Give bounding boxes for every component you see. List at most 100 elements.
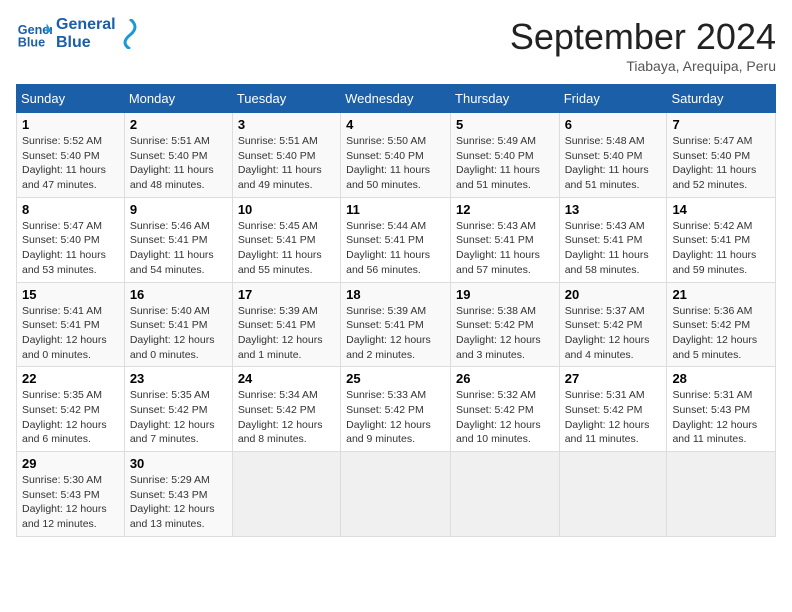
calendar-cell: 8 Sunrise: 5:47 AM Sunset: 5:40 PM Daylig… — [17, 197, 125, 282]
day-number: 12 — [456, 202, 554, 217]
day-number: 21 — [672, 287, 770, 302]
day-number: 4 — [346, 117, 445, 132]
calendar-cell: 17Sunrise: 5:39 AM Sunset: 5:41 PM Dayli… — [232, 282, 340, 367]
day-info: Sunrise: 5:43 AM Sunset: 5:41 PM Dayligh… — [565, 219, 662, 278]
day-info: Sunrise: 5:31 AM Sunset: 5:43 PM Dayligh… — [672, 388, 770, 447]
calendar-cell: 11 Sunrise: 5:44 AM Sunset: 5:41 PM Dayli… — [341, 197, 451, 282]
calendar-cell: 5 Sunrise: 5:49 AM Sunset: 5:40 PM Daylig… — [451, 113, 560, 198]
day-info: Sunrise: 5:51 AM Sunset: 5:40 PM Dayligh… — [130, 134, 227, 193]
location: Tiabaya, Arequipa, Peru — [510, 58, 776, 74]
day-number: 6 — [565, 117, 662, 132]
day-number: 2 — [130, 117, 227, 132]
calendar-cell: 10 Sunrise: 5:45 AM Sunset: 5:41 PM Dayli… — [232, 197, 340, 282]
calendar-table: SundayMondayTuesdayWednesdayThursdayFrid… — [16, 84, 776, 537]
col-header-monday: Monday — [124, 85, 232, 113]
calendar-week-1: 1 Sunrise: 5:52 AM Sunset: 5:40 PM Daylig… — [17, 113, 776, 198]
calendar-cell: 24 Sunrise: 5:34 AM Sunset: 5:42 PM Dayli… — [232, 367, 340, 452]
day-info: Sunrise: 5:50 AM Sunset: 5:40 PM Dayligh… — [346, 134, 445, 193]
day-number: 13 — [565, 202, 662, 217]
calendar-cell: 12 Sunrise: 5:43 AM Sunset: 5:41 PM Dayli… — [451, 197, 560, 282]
logo-general: General — [56, 16, 116, 34]
day-info: Sunrise: 5:38 AM Sunset: 5:42 PM Dayligh… — [456, 304, 554, 363]
day-number: 14 — [672, 202, 770, 217]
day-info: Sunrise: 5:47 AM Sunset: 5:40 PM Dayligh… — [22, 219, 119, 278]
calendar-cell: 21Sunrise: 5:36 AM Sunset: 5:42 PM Dayli… — [667, 282, 776, 367]
day-info: Sunrise: 5:43 AM Sunset: 5:41 PM Dayligh… — [456, 219, 554, 278]
day-info: Sunrise: 5:32 AM Sunset: 5:42 PM Dayligh… — [456, 388, 554, 447]
calendar-cell: 16Sunrise: 5:40 AM Sunset: 5:41 PM Dayli… — [124, 282, 232, 367]
calendar-week-3: 15 Sunrise: 5:41 AM Sunset: 5:41 PM Dayli… — [17, 282, 776, 367]
calendar-cell: 20 Sunrise: 5:37 AM Sunset: 5:42 PM Dayli… — [559, 282, 667, 367]
col-header-wednesday: Wednesday — [341, 85, 451, 113]
day-info: Sunrise: 5:47 AM Sunset: 5:40 PM Dayligh… — [672, 134, 770, 193]
day-number: 15 — [22, 287, 119, 302]
day-info: Sunrise: 5:35 AM Sunset: 5:42 PM Dayligh… — [22, 388, 119, 447]
day-info: Sunrise: 5:41 AM Sunset: 5:41 PM Dayligh… — [22, 304, 119, 363]
calendar-cell: 14 Sunrise: 5:42 AM Sunset: 5:41 PM Dayli… — [667, 197, 776, 282]
day-info: Sunrise: 5:31 AM Sunset: 5:42 PM Dayligh… — [565, 388, 662, 447]
day-info: Sunrise: 5:42 AM Sunset: 5:41 PM Dayligh… — [672, 219, 770, 278]
calendar-cell: 3 Sunrise: 5:51 AM Sunset: 5:40 PM Daylig… — [232, 113, 340, 198]
day-info: Sunrise: 5:44 AM Sunset: 5:41 PM Dayligh… — [346, 219, 445, 278]
day-info: Sunrise: 5:51 AM Sunset: 5:40 PM Dayligh… — [238, 134, 335, 193]
day-info: Sunrise: 5:34 AM Sunset: 5:42 PM Dayligh… — [238, 388, 335, 447]
calendar-cell: 13 Sunrise: 5:43 AM Sunset: 5:41 PM Dayli… — [559, 197, 667, 282]
calendar-cell — [559, 452, 667, 537]
calendar-week-4: 22 Sunrise: 5:35 AM Sunset: 5:42 PM Dayli… — [17, 367, 776, 452]
day-info: Sunrise: 5:40 AM Sunset: 5:41 PM Dayligh… — [130, 304, 227, 363]
day-info: Sunrise: 5:39 AM Sunset: 5:41 PM Dayligh… — [346, 304, 445, 363]
col-header-saturday: Saturday — [667, 85, 776, 113]
day-number: 10 — [238, 202, 335, 217]
calendar-cell — [451, 452, 560, 537]
calendar-cell: 27 Sunrise: 5:31 AM Sunset: 5:42 PM Dayli… — [559, 367, 667, 452]
day-number: 1 — [22, 117, 119, 132]
calendar-cell: 6 Sunrise: 5:48 AM Sunset: 5:40 PM Daylig… — [559, 113, 667, 198]
day-number: 8 — [22, 202, 119, 217]
calendar-cell — [667, 452, 776, 537]
day-number: 17 — [238, 287, 335, 302]
calendar-cell: 28Sunrise: 5:31 AM Sunset: 5:43 PM Dayli… — [667, 367, 776, 452]
calendar-week-2: 8 Sunrise: 5:47 AM Sunset: 5:40 PM Daylig… — [17, 197, 776, 282]
day-info: Sunrise: 5:45 AM Sunset: 5:41 PM Dayligh… — [238, 219, 335, 278]
day-number: 26 — [456, 371, 554, 386]
calendar-cell: 2 Sunrise: 5:51 AM Sunset: 5:40 PM Daylig… — [124, 113, 232, 198]
calendar-cell: 7Sunrise: 5:47 AM Sunset: 5:40 PM Daylig… — [667, 113, 776, 198]
calendar-cell: 9 Sunrise: 5:46 AM Sunset: 5:41 PM Daylig… — [124, 197, 232, 282]
day-info: Sunrise: 5:48 AM Sunset: 5:40 PM Dayligh… — [565, 134, 662, 193]
day-info: Sunrise: 5:33 AM Sunset: 5:42 PM Dayligh… — [346, 388, 445, 447]
day-number: 30 — [130, 456, 227, 471]
calendar-week-5: 29Sunrise: 5:30 AM Sunset: 5:43 PM Dayli… — [17, 452, 776, 537]
page-header: General Blue General Blue September 2024… — [16, 16, 776, 74]
calendar-cell: 29Sunrise: 5:30 AM Sunset: 5:43 PM Dayli… — [17, 452, 125, 537]
col-header-thursday: Thursday — [451, 85, 560, 113]
svg-text:Blue: Blue — [18, 36, 45, 50]
day-info: Sunrise: 5:37 AM Sunset: 5:42 PM Dayligh… — [565, 304, 662, 363]
day-number: 24 — [238, 371, 335, 386]
day-number: 9 — [130, 202, 227, 217]
day-number: 11 — [346, 202, 445, 217]
day-info: Sunrise: 5:52 AM Sunset: 5:40 PM Dayligh… — [22, 134, 119, 193]
col-header-sunday: Sunday — [17, 85, 125, 113]
day-number: 25 — [346, 371, 445, 386]
day-number: 22 — [22, 371, 119, 386]
logo: General Blue General Blue — [16, 16, 140, 52]
day-number: 20 — [565, 287, 662, 302]
calendar-header-row: SundayMondayTuesdayWednesdayThursdayFrid… — [17, 85, 776, 113]
calendar-cell: 18 Sunrise: 5:39 AM Sunset: 5:41 PM Dayli… — [341, 282, 451, 367]
title-block: September 2024 Tiabaya, Arequipa, Peru — [510, 16, 776, 74]
col-header-tuesday: Tuesday — [232, 85, 340, 113]
calendar-cell: 26 Sunrise: 5:32 AM Sunset: 5:42 PM Dayli… — [451, 367, 560, 452]
day-number: 5 — [456, 117, 554, 132]
day-number: 18 — [346, 287, 445, 302]
day-number: 27 — [565, 371, 662, 386]
calendar-cell — [232, 452, 340, 537]
logo-wave-icon — [120, 19, 140, 49]
calendar-cell — [341, 452, 451, 537]
calendar-cell: 4 Sunrise: 5:50 AM Sunset: 5:40 PM Daylig… — [341, 113, 451, 198]
day-number: 19 — [456, 287, 554, 302]
day-number: 3 — [238, 117, 335, 132]
day-info: Sunrise: 5:46 AM Sunset: 5:41 PM Dayligh… — [130, 219, 227, 278]
day-info: Sunrise: 5:49 AM Sunset: 5:40 PM Dayligh… — [456, 134, 554, 193]
day-info: Sunrise: 5:30 AM Sunset: 5:43 PM Dayligh… — [22, 473, 119, 532]
calendar-cell: 30Sunrise: 5:29 AM Sunset: 5:43 PM Dayli… — [124, 452, 232, 537]
